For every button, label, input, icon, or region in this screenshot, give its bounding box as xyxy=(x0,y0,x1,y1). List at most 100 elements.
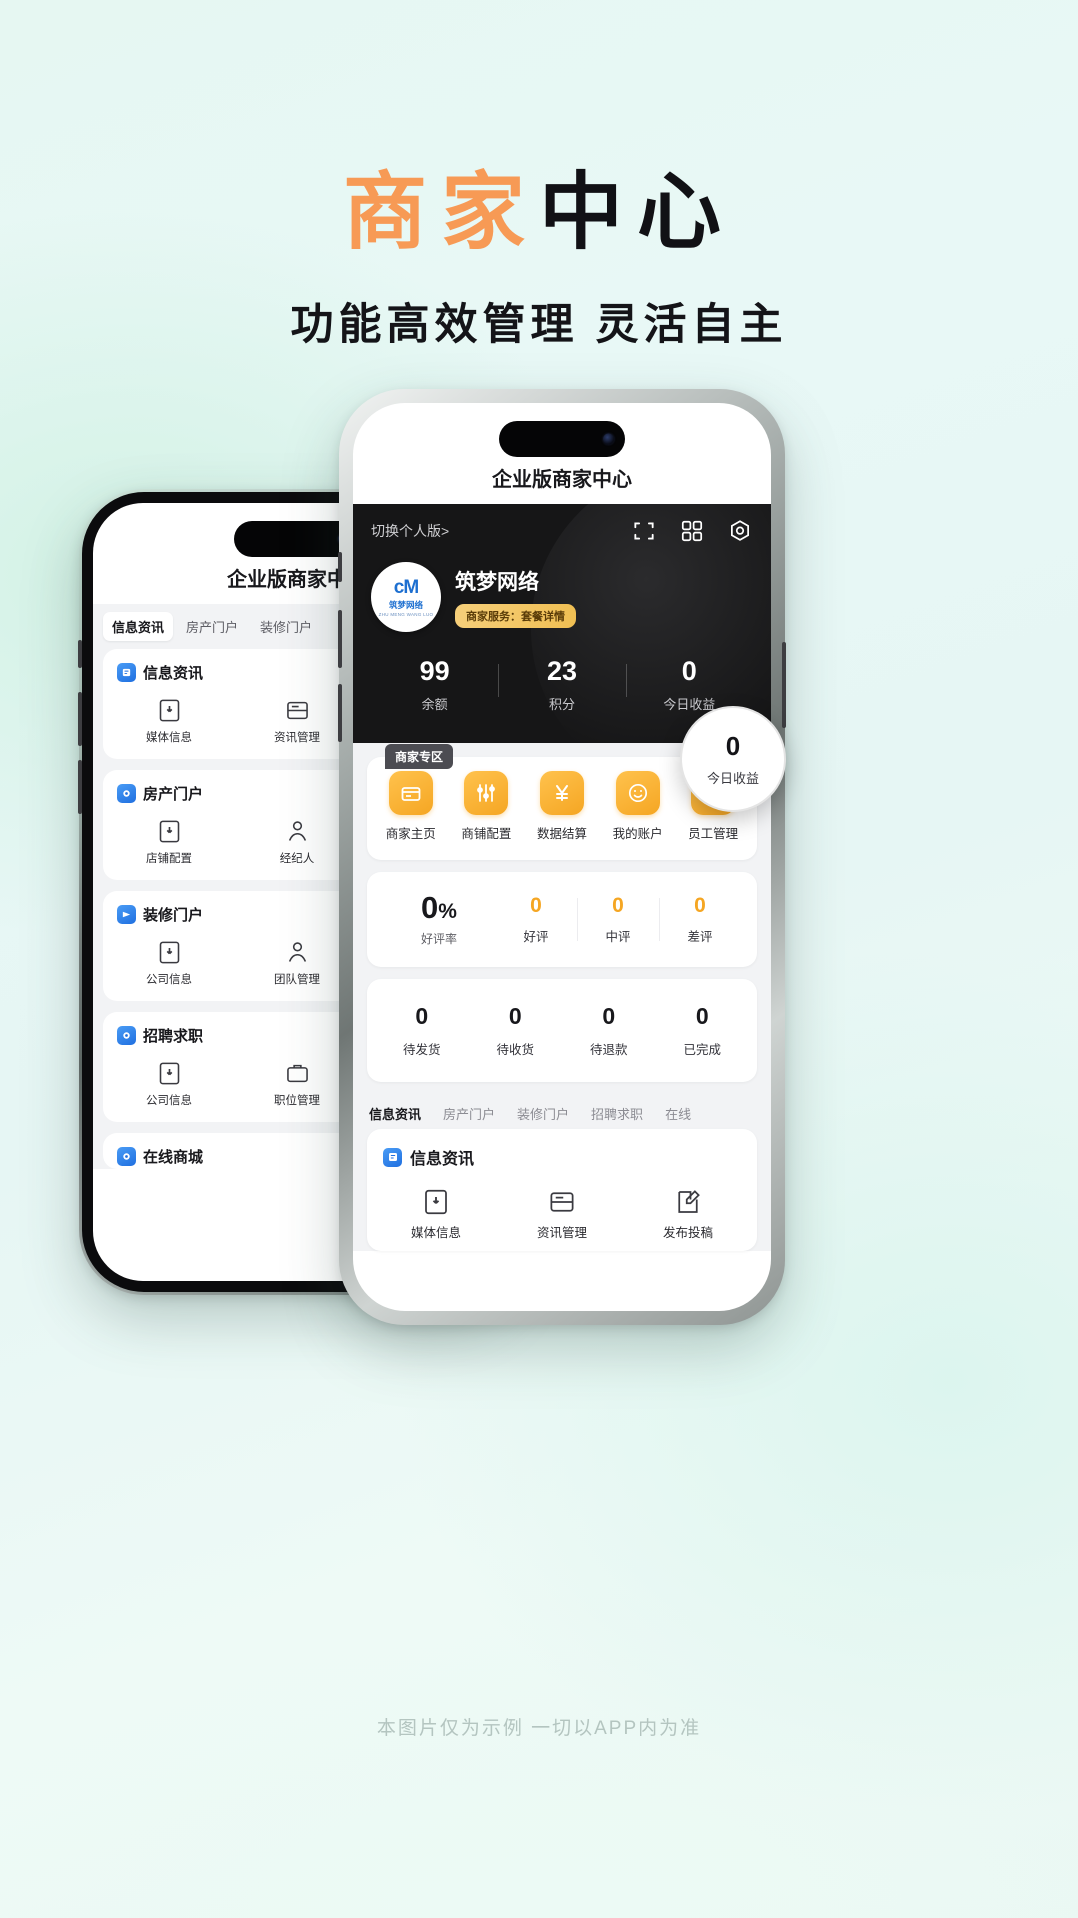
highlight-value: 0 xyxy=(725,731,741,761)
front-nav-title: 企业版商家中心 xyxy=(492,469,632,491)
zone-item-settlement[interactable]: 数据结算 xyxy=(524,771,600,842)
back-grid-item[interactable]: 媒体信息 xyxy=(105,697,233,745)
page-subtitle: 功能高效管理 灵活自主 xyxy=(290,301,788,349)
front-phone-screen: 企业版商家中心 切换个人版> cM 筑梦网络 ZHU MENG WANG LUO… xyxy=(353,403,771,1311)
briefcase-icon xyxy=(284,1064,311,1091)
info-section-header: 信息资讯 xyxy=(367,1129,757,1173)
logo-sub: 筑梦网络 xyxy=(388,599,423,610)
back-grid-item[interactable]: 公司信息 xyxy=(105,1060,233,1108)
zone-item-shop-config[interactable]: 商铺配置 xyxy=(449,771,525,842)
rating-good[interactable]: 0 好评 xyxy=(495,894,577,945)
app-body: 商家专区 商家主页 商铺配置 数据结算 我的账户 员工管理 0% 好评率 0 好… xyxy=(353,743,771,1251)
front-tab-4[interactable]: 在线 xyxy=(665,1104,691,1123)
rating-neutral[interactable]: 0 中评 xyxy=(577,894,659,945)
rating-bad[interactable]: 0 差评 xyxy=(659,894,741,945)
storefront-icon xyxy=(388,771,433,815)
order-value: 0 xyxy=(415,1003,429,1029)
rating-percent-value: 0 xyxy=(421,890,439,925)
stat-points[interactable]: 23 积分 xyxy=(498,658,625,713)
hero-panel: 切换个人版> cM 筑梦网络 ZHU MENG WANG LUO 筑梦网络 商家… xyxy=(353,504,771,743)
order-label: 待发货 xyxy=(402,1043,441,1057)
back-section-title: 招聘求职 xyxy=(143,1028,204,1045)
switch-to-personal-link[interactable]: 切换个人版> xyxy=(371,521,449,541)
zone-item-account[interactable]: 我的账户 xyxy=(600,771,676,842)
hero-icon-group xyxy=(631,518,753,544)
hero-inner: 切换个人版> cM 筑梦网络 ZHU MENG WANG LUO 筑梦网络 商家… xyxy=(371,518,753,743)
volume-up-button[interactable] xyxy=(78,692,82,746)
zone-item-label: 数据结算 xyxy=(536,827,587,841)
person-icon xyxy=(284,942,311,970)
rating-cell-value: 0 xyxy=(694,894,706,917)
order-value: 0 xyxy=(695,1003,709,1029)
front-tab-2[interactable]: 装修门户 xyxy=(517,1104,569,1123)
rating-cell-value: 0 xyxy=(612,894,624,917)
stat-today-earnings[interactable]: 0 今日收益 xyxy=(625,656,753,713)
power-button[interactable] xyxy=(782,642,786,728)
back-tab-0[interactable]: 信息资讯 xyxy=(103,612,174,641)
stat-value: 23 xyxy=(546,656,578,686)
highlight-label: 今日收益 xyxy=(706,771,759,786)
rating-percent-label: 好评率 xyxy=(420,932,457,946)
order-completed[interactable]: 0 已完成 xyxy=(656,1003,750,1058)
volume-down-button[interactable] xyxy=(338,684,342,742)
today-earnings-highlight: 0 今日收益 xyxy=(680,706,786,812)
media-icon xyxy=(156,941,183,970)
zone-item-storefront[interactable]: 商家主页 xyxy=(373,771,449,842)
back-tab-2[interactable]: 装修门户 xyxy=(251,612,321,641)
logo-mark: cM xyxy=(393,576,419,598)
back-grid-item[interactable]: 店铺配置 xyxy=(105,818,233,866)
edit-icon xyxy=(673,1190,703,1221)
back-grid-label: 店铺配置 xyxy=(146,853,192,865)
info-item-label: 资讯管理 xyxy=(536,1226,587,1240)
logo-tiny: ZHU MENG WANG LUO xyxy=(378,611,434,617)
list-icon xyxy=(284,701,311,728)
mute-switch[interactable] xyxy=(78,640,82,668)
media-icon xyxy=(421,1189,451,1221)
mute-switch[interactable] xyxy=(338,552,342,582)
rating-row: 0% 好评率 0 好评 0 中评 0 差评 xyxy=(367,872,757,967)
merchant-info: 筑梦网络 商家服务：套餐详情 xyxy=(455,566,576,628)
dynamic-island xyxy=(499,421,625,457)
back-tab-1[interactable]: 房产门户 xyxy=(177,612,247,641)
info-item-label: 媒体信息 xyxy=(410,1226,461,1240)
rating-cells: 0 好评 0 中评 0 差评 xyxy=(495,894,741,945)
front-tab-0[interactable]: 信息资讯 xyxy=(369,1104,421,1123)
camera-lens-icon xyxy=(603,433,614,445)
back-grid-item[interactable]: 公司信息 xyxy=(105,939,233,987)
front-tab-1[interactable]: 房产门户 xyxy=(443,1104,495,1123)
media-icon xyxy=(156,699,183,728)
scan-icon[interactable] xyxy=(631,518,657,544)
front-tab-strip[interactable]: 信息资讯 房产门户 装修门户 招聘求职 在线 xyxy=(353,1094,771,1129)
volume-up-button[interactable] xyxy=(338,610,342,668)
qrcode-icon[interactable] xyxy=(679,518,705,544)
info-item-manage[interactable]: 资讯管理 xyxy=(499,1187,625,1241)
zone-item-label: 商铺配置 xyxy=(461,827,512,841)
order-pending-ship[interactable]: 0 待发货 xyxy=(375,1003,469,1058)
section-badge-icon xyxy=(383,1147,402,1167)
section-badge-icon xyxy=(117,784,136,803)
rating-summary: 0% 好评率 xyxy=(383,892,495,947)
stat-balance[interactable]: 99 余额 xyxy=(371,658,498,713)
order-pending-refund[interactable]: 0 待退款 xyxy=(562,1003,656,1058)
volume-down-button[interactable] xyxy=(78,760,82,814)
front-tab-3[interactable]: 招聘求职 xyxy=(591,1104,643,1123)
settings-icon[interactable] xyxy=(727,518,753,544)
merchant-logo: cM 筑梦网络 ZHU MENG WANG LUO xyxy=(371,562,441,632)
merchant-zone-tag: 商家专区 xyxy=(385,744,454,769)
section-badge-icon xyxy=(117,1026,136,1045)
stat-value: 0 xyxy=(681,656,697,686)
merchant-service-badge[interactable]: 商家服务：套餐详情 xyxy=(455,604,576,628)
media-icon xyxy=(156,1062,183,1091)
order-label: 待收货 xyxy=(496,1043,534,1057)
page-title: 商家中心 xyxy=(0,168,1078,256)
hero-top-row: 切换个人版> xyxy=(371,518,753,544)
disclaimer-text: 本图片仅为示例 一切以APP内为准 xyxy=(376,1718,702,1739)
front-phone-mockup: 企业版商家中心 切换个人版> cM 筑梦网络 ZHU MENG WANG LUO… xyxy=(338,389,786,1325)
stat-label: 余额 xyxy=(421,697,448,712)
order-pending-receive[interactable]: 0 待收货 xyxy=(469,1003,563,1058)
zone-item-label: 我的账户 xyxy=(612,827,663,841)
section-badge-icon xyxy=(117,1147,136,1166)
info-item-media[interactable]: 媒体信息 xyxy=(373,1187,499,1241)
info-item-publish[interactable]: 发布投稿 xyxy=(625,1187,751,1241)
page-title-rest: 中心 xyxy=(539,165,736,259)
